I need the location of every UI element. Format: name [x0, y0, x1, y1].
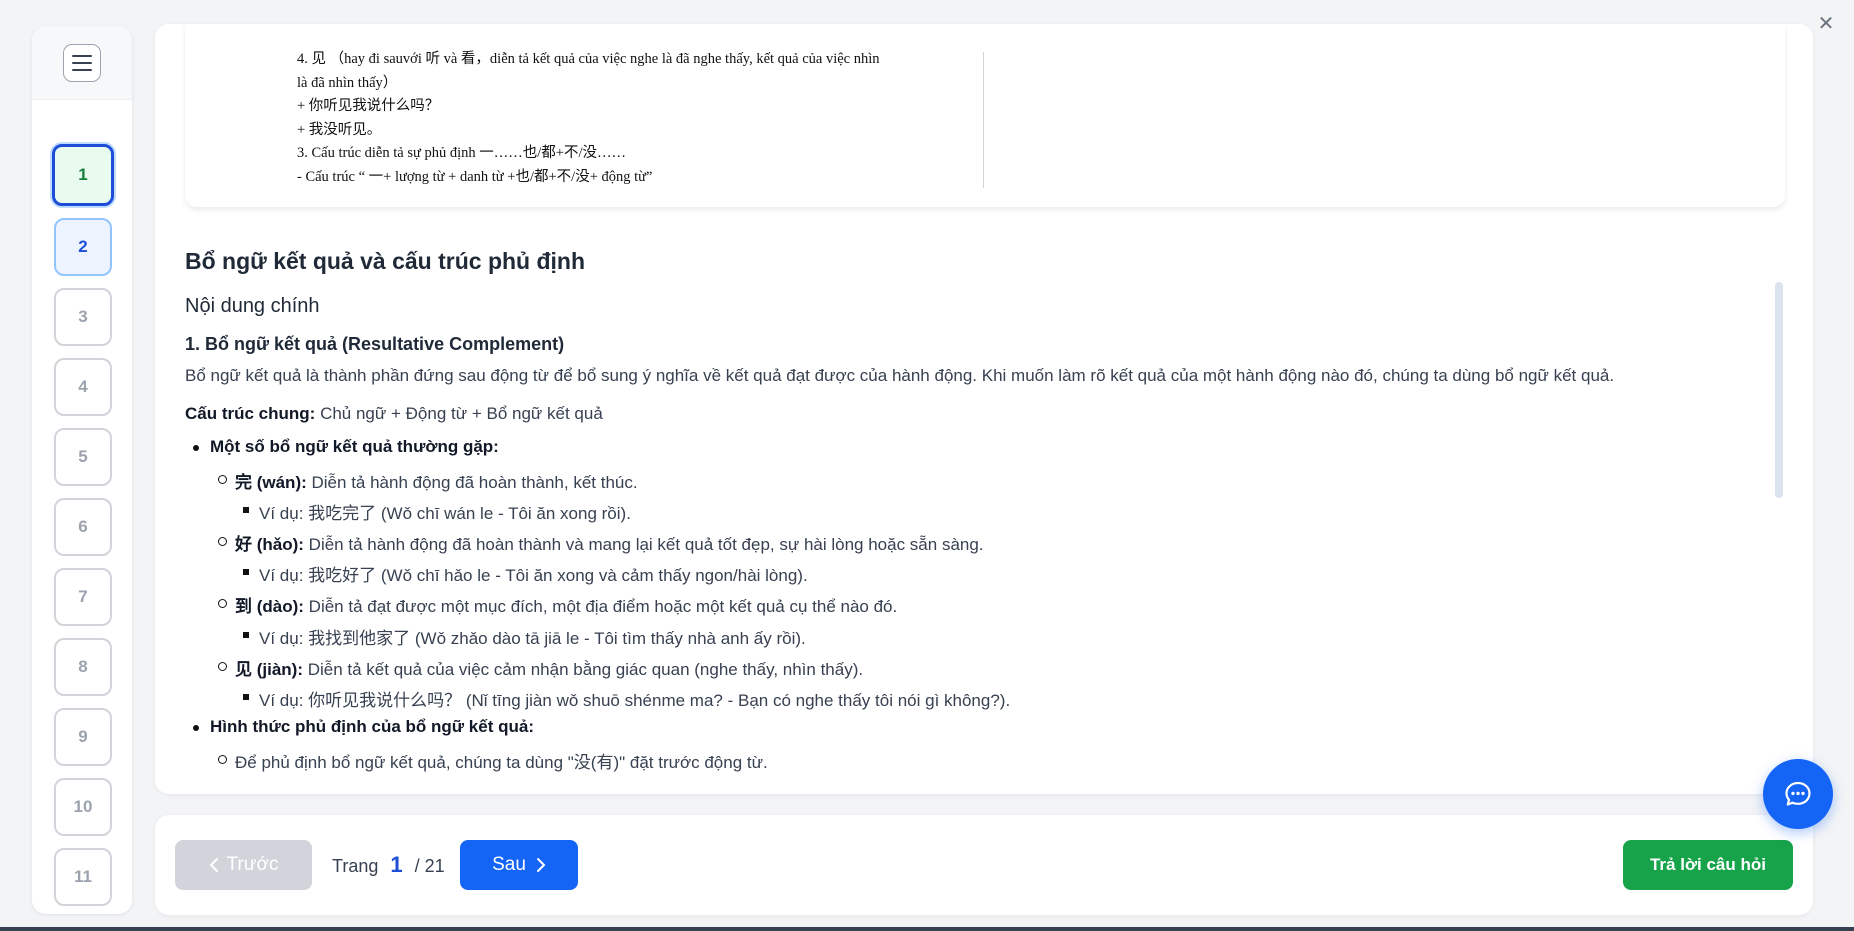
example-item: Ví dụ: 你听见我说什么吗？ (Nǐ tīng jiàn wǒ shuō s… — [242, 686, 1010, 711]
structure-text: Chủ ngữ + Động từ + Bổ ngữ kết quả — [315, 404, 603, 423]
current-page: 1 — [390, 852, 403, 877]
hamburger-icon — [72, 55, 92, 71]
list-item: 到 (dào): Diễn tả đạt được một mục đích, … — [217, 592, 898, 617]
content-scrollbar[interactable] — [1775, 282, 1783, 498]
page-item-6[interactable]: 6 — [54, 498, 112, 556]
next-label: Sau — [492, 854, 526, 875]
previous-button[interactable]: Trước — [175, 840, 312, 890]
page-item-8[interactable]: 8 — [54, 638, 112, 696]
term-desc: Diễn tả hành động đã hoàn thành, kết thú… — [306, 473, 638, 492]
answer-questions-button[interactable]: Trả lời câu hỏi — [1623, 840, 1793, 890]
pdf-line: + 我没听见。 — [297, 121, 382, 138]
page-item-4[interactable]: 4 — [54, 358, 112, 416]
chat-icon — [1785, 781, 1811, 806]
page-item-11[interactable]: 11 — [54, 848, 112, 906]
pdf-viewer[interactable]: 4. 见 （hay đi sauvới 听 và 看，diễn tả kết q… — [185, 24, 1785, 207]
pdf-line: là đã nhìn thấy） — [297, 74, 398, 91]
page-item-7[interactable]: 7 — [54, 568, 112, 626]
chevron-left-icon — [209, 858, 218, 872]
pdf-page-text: 4. 见 （hay đi sauvới 听 và 看，diễn tả kết q… — [297, 48, 937, 189]
page-item-3[interactable]: 3 — [54, 288, 112, 346]
negation-label: Hình thức phủ định của bổ ngữ kết quả: — [210, 717, 534, 736]
lesson-title: Bổ ngữ kết quả và cấu trúc phủ định — [185, 248, 586, 274]
term: 好 (hǎo): — [235, 535, 304, 554]
page-item-2[interactable]: 2 — [54, 218, 112, 276]
term-desc: Diễn tả đạt được một mục đích, một địa đ… — [303, 597, 898, 616]
lesson-content-panel[interactable]: 4. 见 （hay đi sauvới 听 và 看，diễn tả kết q… — [155, 24, 1813, 794]
subsection-heading: 1. Bổ ngữ kết quả (Resultative Complemen… — [185, 334, 565, 354]
term-desc: Diễn tả kết quả của việc cảm nhận bằng g… — [303, 660, 864, 679]
next-button[interactable]: Sau — [460, 840, 578, 890]
page-item-1[interactable]: 1 — [52, 144, 114, 206]
chevron-right-icon — [536, 858, 546, 872]
page-indicator: Trang 1 / 21 — [332, 852, 445, 878]
intro-paragraph: Bổ ngữ kết quả là thành phần đứng sau độ… — [185, 366, 1615, 385]
page-item-10[interactable]: 10 — [54, 778, 112, 836]
list-item: Một số bổ ngữ kết quả thường gặp: — [193, 437, 499, 457]
page-list: 1 2 3 4 5 6 7 8 9 10 11 — [52, 144, 114, 914]
page-sidebar: 1 2 3 4 5 6 7 8 9 10 11 — [32, 26, 132, 914]
pdf-line: 3. Cấu trúc diễn tả sự phủ định 一……也/都+不… — [297, 145, 626, 161]
page-item-5[interactable]: 5 — [54, 428, 112, 486]
term: 见 (jiàn): — [235, 660, 303, 679]
pagination-bar: Trước Trang 1 / 21 Sau Trả lời câu hỏi — [155, 815, 1813, 915]
list-item: Để phủ định bổ ngữ kết quả, chúng ta dùn… — [218, 748, 768, 773]
term-desc: Diễn tả hành động đã hoàn thành và mang … — [303, 535, 984, 554]
structure-label: Cấu trúc chung: — [185, 404, 316, 423]
section-heading: Nội dung chính — [185, 295, 320, 317]
list-item: 见 (jiàn): Diễn tả kết quả của việc cảm n… — [217, 655, 864, 680]
pdf-divider — [983, 52, 984, 188]
structure-line: Cấu trúc chung: Chủ ngữ + Động từ + Bổ n… — [185, 404, 603, 424]
page-prefix: Trang — [332, 856, 379, 876]
example-item: Ví dụ: 我吃完了 (Wǒ chī wán le - Tôi ăn xong… — [243, 499, 631, 524]
list-item: 完 (wán): Diễn tả hành động đã hoàn thành… — [218, 468, 638, 493]
pdf-line: + 你听见我说什么吗？ — [297, 98, 440, 114]
window-bottom-edge — [0, 927, 1854, 931]
chat-button[interactable] — [1763, 759, 1833, 829]
term: 完 (wán): — [235, 473, 307, 492]
term: 到 (dào): — [235, 597, 304, 616]
pdf-line: 4. 见 （hay đi sauvới 听 và 看，diễn tả kết q… — [297, 51, 880, 67]
total-pages: / 21 — [414, 856, 445, 876]
example-item: Ví dụ: 我找到他家了 (Wǒ zhǎo dào tā jiā le - T… — [243, 624, 806, 649]
close-icon[interactable]: ✕ — [1816, 14, 1836, 34]
example-item: Ví dụ: 我吃好了 (Wǒ chī hǎo le - Tôi ăn xong… — [243, 561, 808, 586]
common-complements-label: Một số bổ ngữ kết quả thường gặp: — [210, 437, 499, 456]
list-item: Hình thức phủ định của bổ ngữ kết quả: — [193, 717, 534, 737]
menu-toggle-button[interactable] — [63, 44, 101, 82]
pdf-line: - Cấu trúc “ 一+ lượng từ + danh từ +也/都+… — [297, 168, 653, 185]
list-item: 好 (hǎo): Diễn tả hành động đã hoàn thành… — [218, 530, 984, 555]
page-item-9[interactable]: 9 — [54, 708, 112, 766]
previous-label: Trước — [226, 854, 279, 875]
